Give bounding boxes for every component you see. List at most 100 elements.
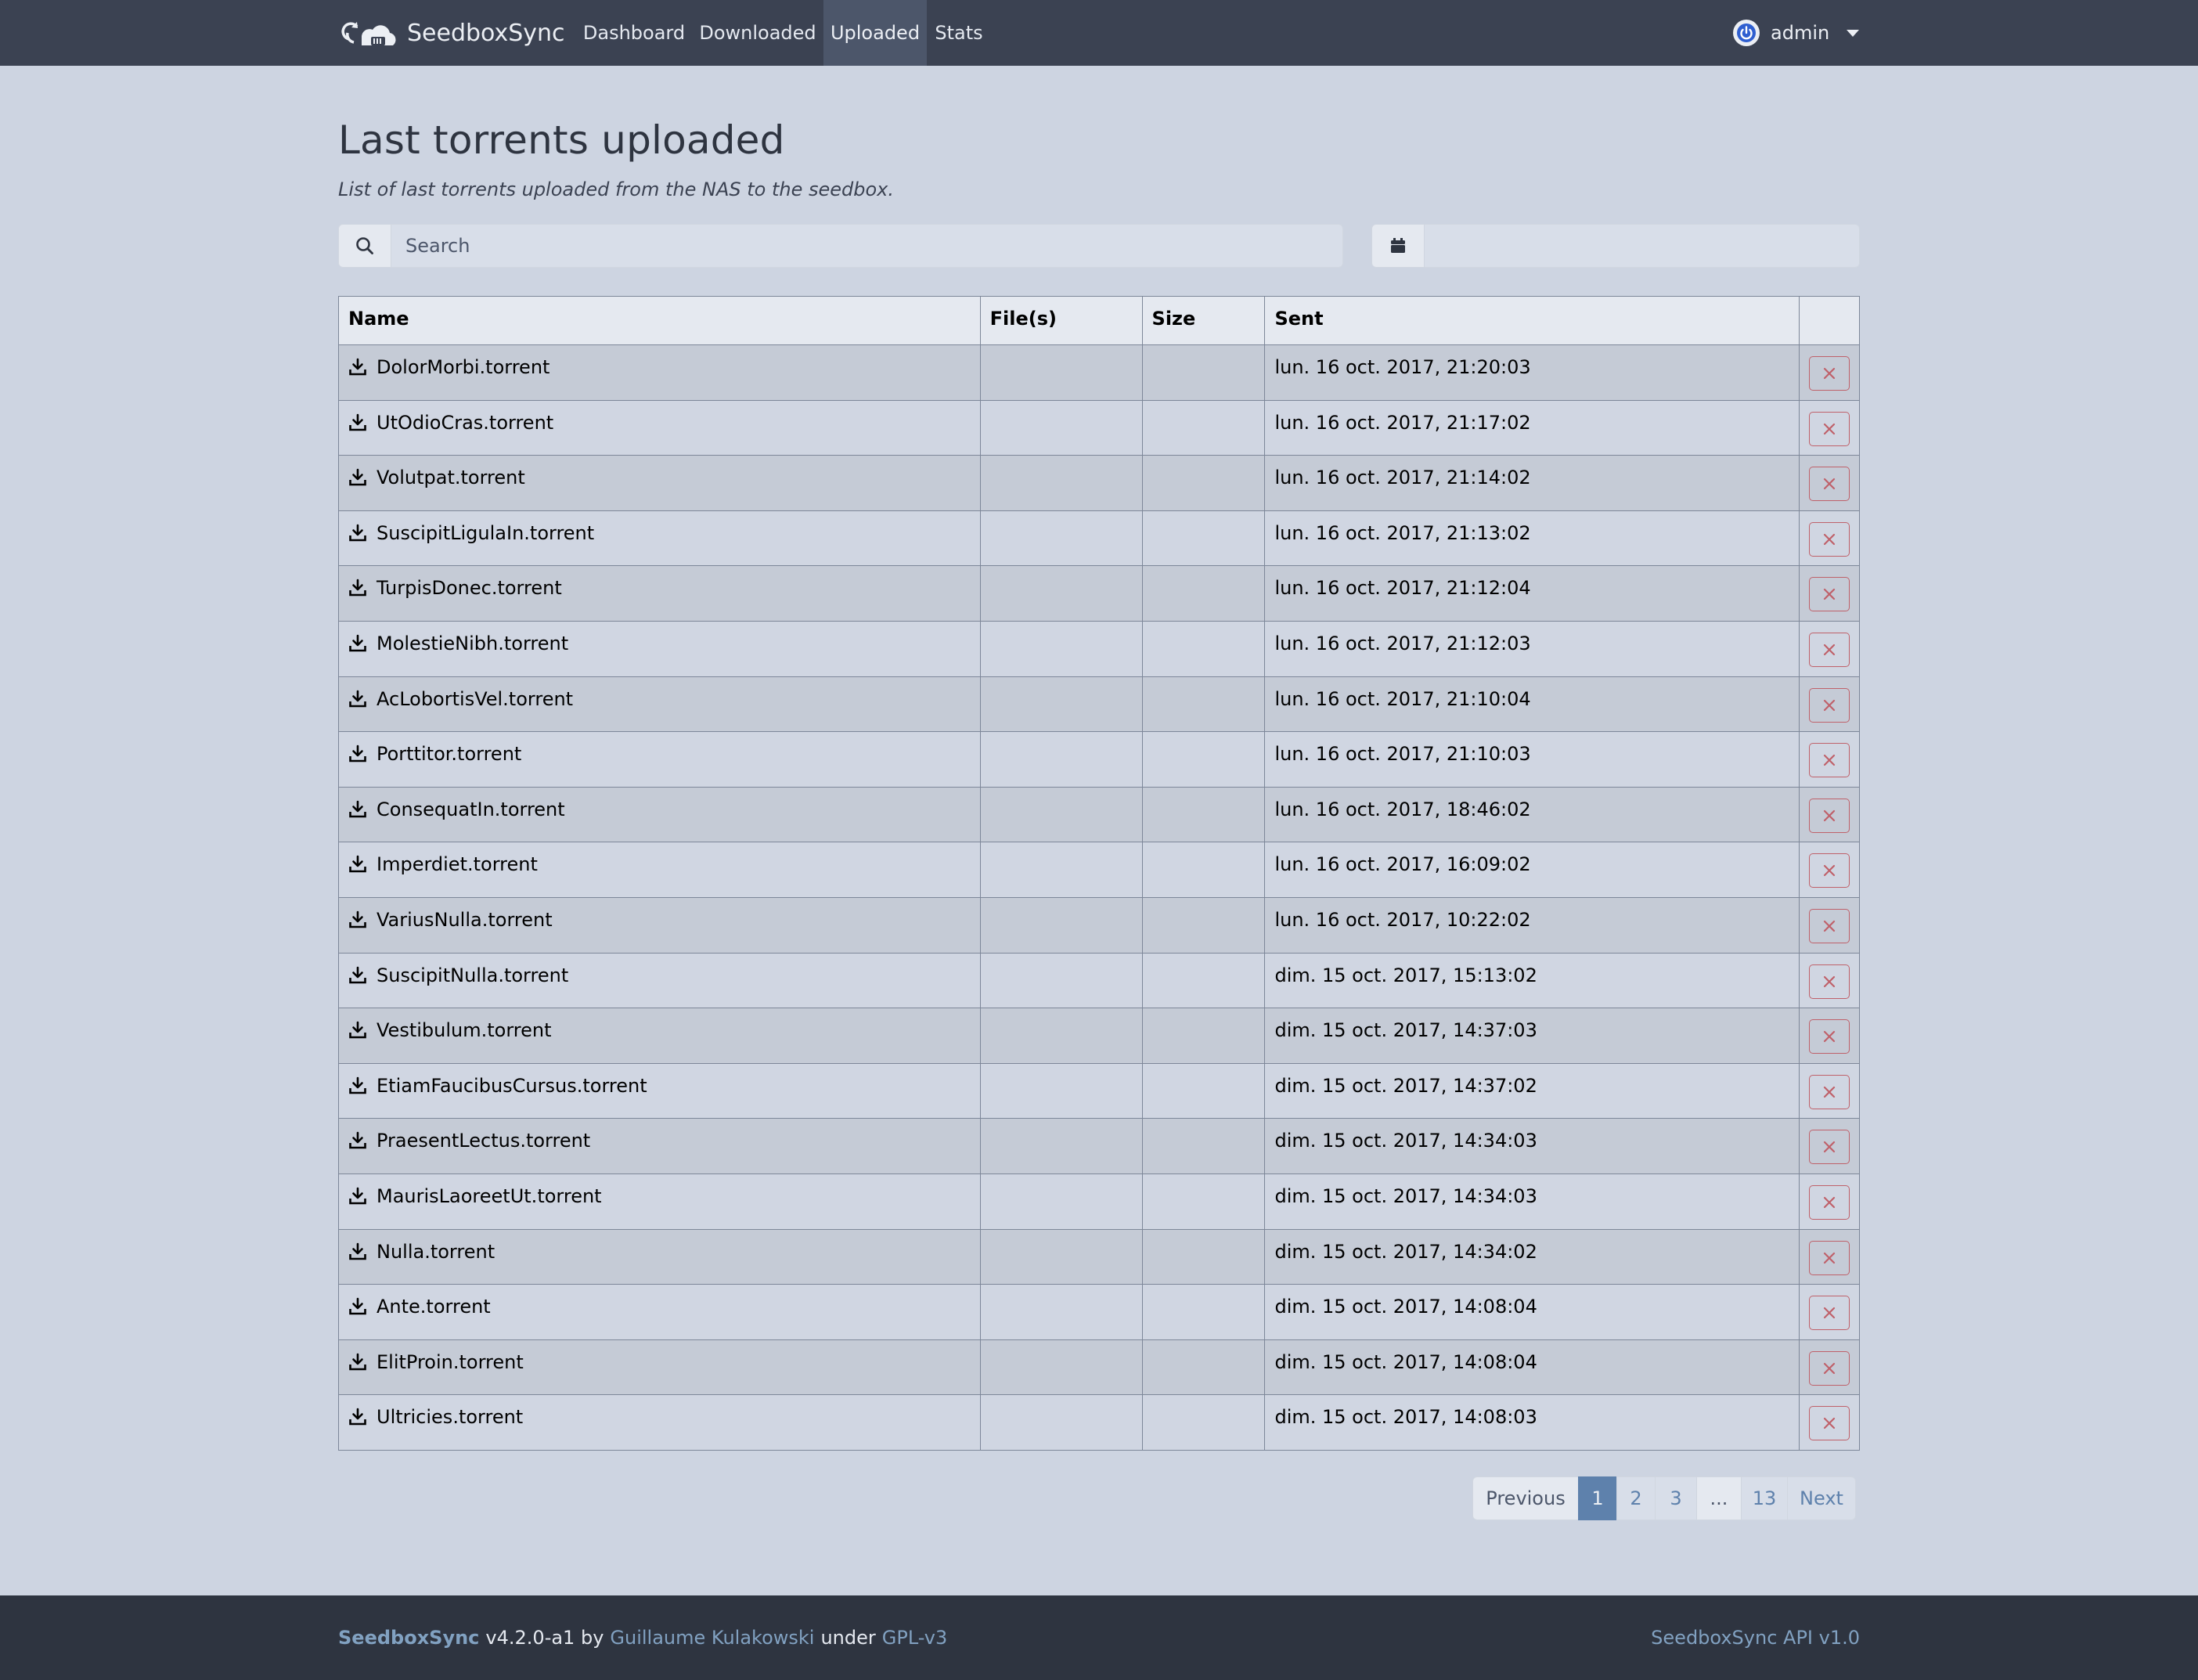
nav-stats[interactable]: Stats	[927, 0, 991, 66]
torrent-name-link[interactable]: AcLobortisVel.torrent	[348, 688, 971, 710]
delete-button[interactable]	[1808, 908, 1850, 943]
delete-button[interactable]	[1808, 356, 1850, 391]
torrent-name-link[interactable]: EtiamFaucibusCursus.torrent	[348, 1075, 971, 1097]
close-icon	[1823, 809, 1836, 821]
torrent-name: Volutpat.torrent	[377, 467, 525, 489]
footer-license-link[interactable]: GPL-v3	[882, 1627, 948, 1649]
torrent-name-link[interactable]: Vestibulum.torrent	[348, 1019, 971, 1041]
torrent-name-link[interactable]: TurpisDonec.torrent	[348, 577, 971, 599]
column-header-name[interactable]: Name	[338, 296, 981, 345]
close-icon	[1823, 423, 1836, 434]
cell-size	[1141, 1394, 1266, 1451]
delete-button[interactable]	[1808, 1350, 1850, 1386]
column-header-files[interactable]: File(s)	[979, 296, 1143, 345]
torrent-name-link[interactable]: MaurisLaoreetUt.torrent	[348, 1185, 971, 1207]
table-row: Volutpat.torrent lun. 16 oct. 2017, 21:14…	[338, 455, 1861, 511]
delete-button[interactable]	[1808, 964, 1850, 999]
cell-actions	[1798, 842, 1861, 898]
delete-button[interactable]	[1808, 467, 1850, 502]
delete-button[interactable]	[1808, 853, 1850, 889]
torrent-name-link[interactable]: Imperdiet.torrent	[348, 853, 971, 875]
delete-button[interactable]	[1808, 798, 1850, 833]
delete-button[interactable]	[1808, 1019, 1850, 1055]
brand[interactable]: SeedboxSync	[338, 0, 565, 66]
footer-author-link[interactable]: Guillaume Kulakowski	[610, 1627, 814, 1649]
cell-size	[1141, 1008, 1266, 1064]
table-row: UtOdioCras.torrent lun. 16 oct. 2017, 21:…	[338, 399, 1861, 456]
pagination-page-13[interactable]: 13	[1741, 1476, 1788, 1520]
delete-button[interactable]	[1808, 1130, 1850, 1165]
close-icon	[1823, 478, 1836, 490]
table-row: MolestieNibh.torrent lun. 16 oct. 2017, 2…	[338, 620, 1861, 677]
torrent-name-link[interactable]: UtOdioCras.torrent	[348, 412, 971, 434]
torrent-name: TurpisDonec.torrent	[377, 577, 562, 600]
column-header-size[interactable]: Size	[1141, 296, 1266, 345]
nav-uploaded[interactable]: Uploaded	[823, 0, 927, 66]
chevron-down-icon	[1847, 29, 1860, 37]
cell-size	[1141, 510, 1266, 567]
delete-button[interactable]	[1808, 1184, 1850, 1220]
cell-sent: dim. 15 oct. 2017, 14:34:03	[1264, 1118, 1800, 1174]
date-range-input[interactable]	[1425, 224, 1860, 268]
torrent-name-link[interactable]: ConsequatIn.torrent	[348, 799, 971, 820]
torrent-name-link[interactable]: Ante.torrent	[348, 1296, 971, 1318]
torrent-name: Vestibulum.torrent	[377, 1019, 552, 1042]
cell-actions	[1798, 1008, 1861, 1064]
delete-button[interactable]	[1808, 1296, 1850, 1331]
cell-name: AcLobortisVel.torrent	[338, 676, 981, 733]
cell-name: Vestibulum.torrent	[338, 1008, 981, 1064]
torrent-name-link[interactable]: Nulla.torrent	[348, 1241, 971, 1263]
delete-button[interactable]	[1808, 1074, 1850, 1109]
torrent-name-link[interactable]: Volutpat.torrent	[348, 467, 971, 488]
delete-button[interactable]	[1808, 411, 1850, 446]
torrent-name-link[interactable]: ElitProin.torrent	[348, 1351, 971, 1373]
nav-downloaded[interactable]: Downloaded	[692, 0, 823, 66]
pagination-page-2[interactable]: 2	[1616, 1476, 1656, 1520]
download-icon	[349, 1242, 366, 1260]
cell-actions	[1798, 1284, 1861, 1340]
footer-api-link[interactable]: SeedboxSync API v1.0	[1651, 1627, 1860, 1649]
delete-button[interactable]	[1808, 743, 1850, 778]
download-icon	[349, 524, 366, 542]
delete-button[interactable]	[1808, 577, 1850, 612]
torrent-name-link[interactable]: VariusNulla.torrent	[348, 909, 971, 931]
search-input[interactable]	[391, 224, 1343, 268]
torrent-name: Ultricies.torrent	[377, 1406, 524, 1429]
cell-size	[1141, 565, 1266, 622]
table-row: SuscipitLigulaIn.torrent lun. 16 oct. 201…	[338, 510, 1861, 567]
torrent-name-link[interactable]: Porttitor.torrent	[348, 743, 971, 765]
delete-button[interactable]	[1808, 632, 1850, 667]
pagination: Previous 1 2 3 ... 13 Next	[1472, 1476, 1856, 1520]
torrent-name-link[interactable]: SuscipitNulla.torrent	[348, 964, 971, 986]
torrent-name: ElitProin.torrent	[377, 1350, 524, 1373]
delete-button[interactable]	[1808, 1240, 1850, 1275]
search-icon	[338, 224, 391, 268]
user-menu[interactable]: admin	[1733, 0, 1860, 66]
torrent-name-link[interactable]: DolorMorbi.torrent	[348, 356, 971, 378]
nav-dashboard[interactable]: Dashboard	[576, 0, 692, 66]
cell-files	[979, 731, 1143, 788]
close-icon	[1823, 1252, 1836, 1264]
table-row: ConsequatIn.torrent lun. 16 oct. 2017, 18…	[338, 786, 1861, 843]
cell-files	[979, 1394, 1143, 1451]
delete-button[interactable]	[1808, 521, 1850, 557]
download-icon	[349, 579, 366, 597]
footer-app-link[interactable]: SeedboxSync	[338, 1627, 479, 1649]
close-icon	[1823, 367, 1836, 380]
table-row: PraesentLectus.torrent dim. 15 oct. 2017,…	[338, 1118, 1861, 1174]
column-header-sent[interactable]: Sent	[1264, 296, 1800, 345]
calendar-icon[interactable]	[1371, 224, 1425, 268]
pagination-page-3[interactable]: 3	[1655, 1476, 1697, 1520]
pagination-previous[interactable]: Previous	[1472, 1476, 1579, 1520]
delete-button[interactable]	[1808, 1406, 1850, 1441]
torrent-name-link[interactable]: Ultricies.torrent	[348, 1406, 971, 1428]
torrent-name-link[interactable]: MolestieNibh.torrent	[348, 633, 971, 654]
torrent-name-link[interactable]: PraesentLectus.torrent	[348, 1130, 971, 1152]
cell-name: TurpisDonec.torrent	[338, 565, 981, 622]
cell-actions	[1798, 620, 1861, 677]
delete-button[interactable]	[1808, 687, 1850, 723]
pagination-next[interactable]: Next	[1787, 1476, 1856, 1520]
cell-files	[979, 1062, 1143, 1119]
torrent-name-link[interactable]: SuscipitLigulaIn.torrent	[348, 522, 971, 544]
pagination-page-1[interactable]: 1	[1578, 1476, 1617, 1520]
